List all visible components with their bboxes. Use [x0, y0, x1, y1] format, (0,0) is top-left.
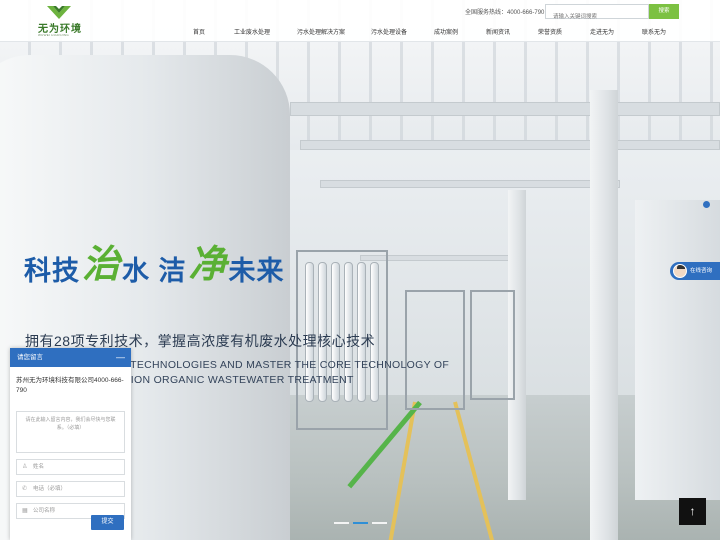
- hotline-text: 全国服务热线：4000-666-790: [465, 10, 545, 16]
- equipment-frame: [405, 290, 465, 410]
- nav-item-about[interactable]: 走进无为: [590, 27, 614, 36]
- steel-beam: [300, 140, 720, 150]
- phone-field[interactable]: ✆ 电话（必填）: [16, 481, 125, 497]
- name-placeholder: 姓名: [33, 464, 45, 470]
- avatar: [673, 264, 687, 278]
- slogan-part: 科技: [24, 256, 80, 286]
- steel-beam: [320, 180, 620, 188]
- submit-button[interactable]: 提交: [91, 515, 124, 530]
- building-icon: ▦: [22, 508, 28, 514]
- phone-icon: ✆: [22, 486, 28, 492]
- slogan-part: 未来: [228, 256, 285, 286]
- consult-label: 在线咨询: [690, 268, 713, 274]
- message-widget-header: 请您留言 —: [10, 348, 131, 367]
- nav-item-cases[interactable]: 成功案例: [434, 27, 458, 36]
- slide-indicators: [334, 522, 394, 525]
- pillar: [590, 90, 618, 540]
- search-button[interactable]: 搜索: [649, 4, 679, 19]
- nav-item-equipment[interactable]: 污水处理设备: [371, 27, 407, 36]
- message-textarea[interactable]: 请在此输入留言内容，我们会尽快与您联系。（必填）: [16, 411, 125, 453]
- nav-item-home[interactable]: 首页: [193, 27, 205, 36]
- slogan-brush-char: 净: [188, 241, 227, 286]
- side-indicator-dot: [703, 201, 710, 208]
- online-consult-button[interactable]: 在线咨询: [670, 262, 720, 280]
- steel-beam: [290, 102, 720, 116]
- nav-item-solutions[interactable]: 污水处理解决方案: [297, 27, 345, 36]
- site-header: 无为环境 WUWEI HUANJING 全国服务热线：4000-666-790 …: [0, 0, 720, 42]
- back-to-top-button[interactable]: ↑: [679, 498, 706, 525]
- nav-item-industrial-wastewater[interactable]: 工业废水处理: [234, 27, 270, 36]
- nav-item-honors[interactable]: 荣誉资质: [538, 27, 562, 36]
- message-widget-title: 请您留言: [17, 354, 43, 361]
- slogan-part: 水 洁: [122, 256, 187, 286]
- slide-dot-active[interactable]: [353, 522, 368, 524]
- logo-mark-icon: [47, 6, 71, 19]
- message-widget: 请您留言 — 苏州无为环境科技有限公司4000-666-790 请在此输入留言内…: [10, 348, 131, 540]
- nav-item-news[interactable]: 新闻资讯: [486, 27, 510, 36]
- search-input[interactable]: [546, 10, 648, 24]
- main-nav: 首页 工业废水处理 污水处理解决方案 污水处理设备 成功案例 新闻资讯 荣誉资质…: [0, 27, 720, 39]
- phone-placeholder: 电话（必填）: [33, 486, 67, 492]
- nav-item-contact[interactable]: 联系无为: [642, 27, 666, 36]
- company-placeholder: 公司名称: [33, 508, 56, 514]
- name-field[interactable]: ♙ 姓名: [16, 459, 125, 475]
- slide-dot[interactable]: [334, 522, 349, 524]
- hero-slogan: 科技治水 洁净未来: [24, 233, 285, 286]
- user-icon: ♙: [22, 464, 28, 470]
- cone-tank: [635, 200, 720, 500]
- slogan-brush-char: 治: [82, 241, 121, 286]
- slide-dot[interactable]: [372, 522, 387, 524]
- company-info: 苏州无为环境科技有限公司4000-666-790: [16, 377, 124, 394]
- search-box: [545, 4, 649, 24]
- minimize-button[interactable]: —: [116, 348, 125, 367]
- equipment-frame: [470, 290, 515, 400]
